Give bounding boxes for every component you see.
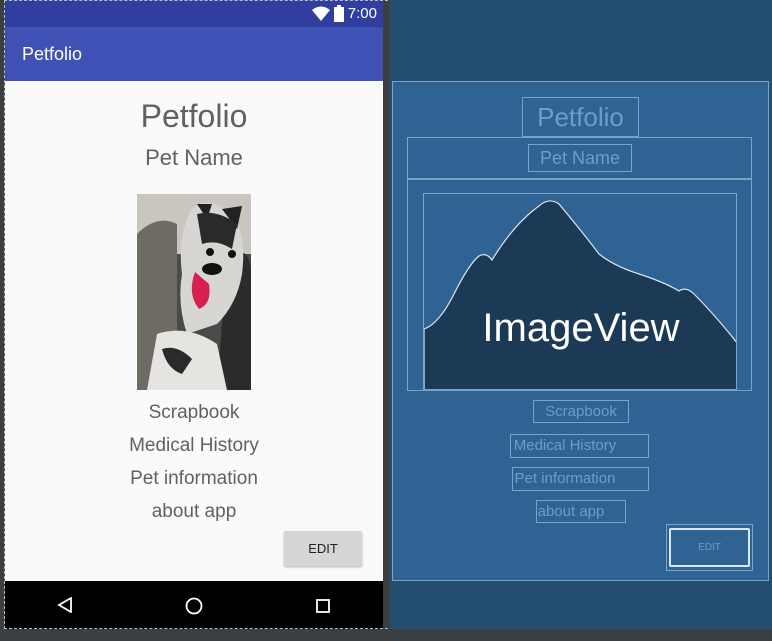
menu-item-pet-information[interactable]: Pet information	[5, 468, 383, 490]
blueprint-imageview[interactable]: ImageView	[423, 193, 737, 390]
recents-icon[interactable]	[316, 599, 330, 613]
wifi-icon	[312, 6, 330, 21]
menu-item-scrapbook[interactable]: Scrapbook	[5, 402, 383, 424]
design-preview: 7:00 Petfolio Petfolio Pet Name Scrapboo…	[5, 0, 383, 629]
app-bar: Petfolio	[5, 27, 383, 81]
navigation-bar	[5, 581, 383, 629]
blueprint-edit-label: EDIT	[698, 542, 721, 553]
blueprint-petname: Pet Name	[539, 148, 621, 168]
back-icon[interactable]	[57, 597, 73, 613]
blueprint-imageview-label: ImageView	[482, 306, 680, 350]
blueprint-view: Petfolio Pet Name ImageView Scrapbook Me…	[390, 0, 772, 629]
home-icon[interactable]	[185, 597, 203, 615]
pet-name-label: Pet Name	[145, 145, 243, 170]
editor-bottom-strip	[0, 629, 772, 641]
blueprint-medical: Medical History	[513, 437, 617, 454]
blueprint-scrapbook: Scrapbook	[545, 403, 617, 420]
blueprint-petinfo: Pet information	[514, 470, 616, 487]
page-title: Petfolio	[140, 98, 248, 134]
blueprint-title: Petfolio	[537, 102, 624, 132]
menu-item-about-app[interactable]: about app	[5, 501, 383, 523]
app-bar-title: Petfolio	[22, 44, 83, 64]
status-bar: 7:00	[5, 0, 383, 27]
menu-item-medical-history[interactable]: Medical History	[5, 435, 383, 457]
status-time: 7:00	[347, 5, 377, 22]
mountain-placeholder-icon	[424, 200, 736, 389]
pet-photo[interactable]	[137, 194, 251, 390]
battery-icon	[334, 5, 344, 22]
dog-photo-icon	[137, 194, 251, 390]
blueprint-about: about app	[537, 503, 605, 520]
edit-button[interactable]: EDIT	[284, 531, 362, 566]
